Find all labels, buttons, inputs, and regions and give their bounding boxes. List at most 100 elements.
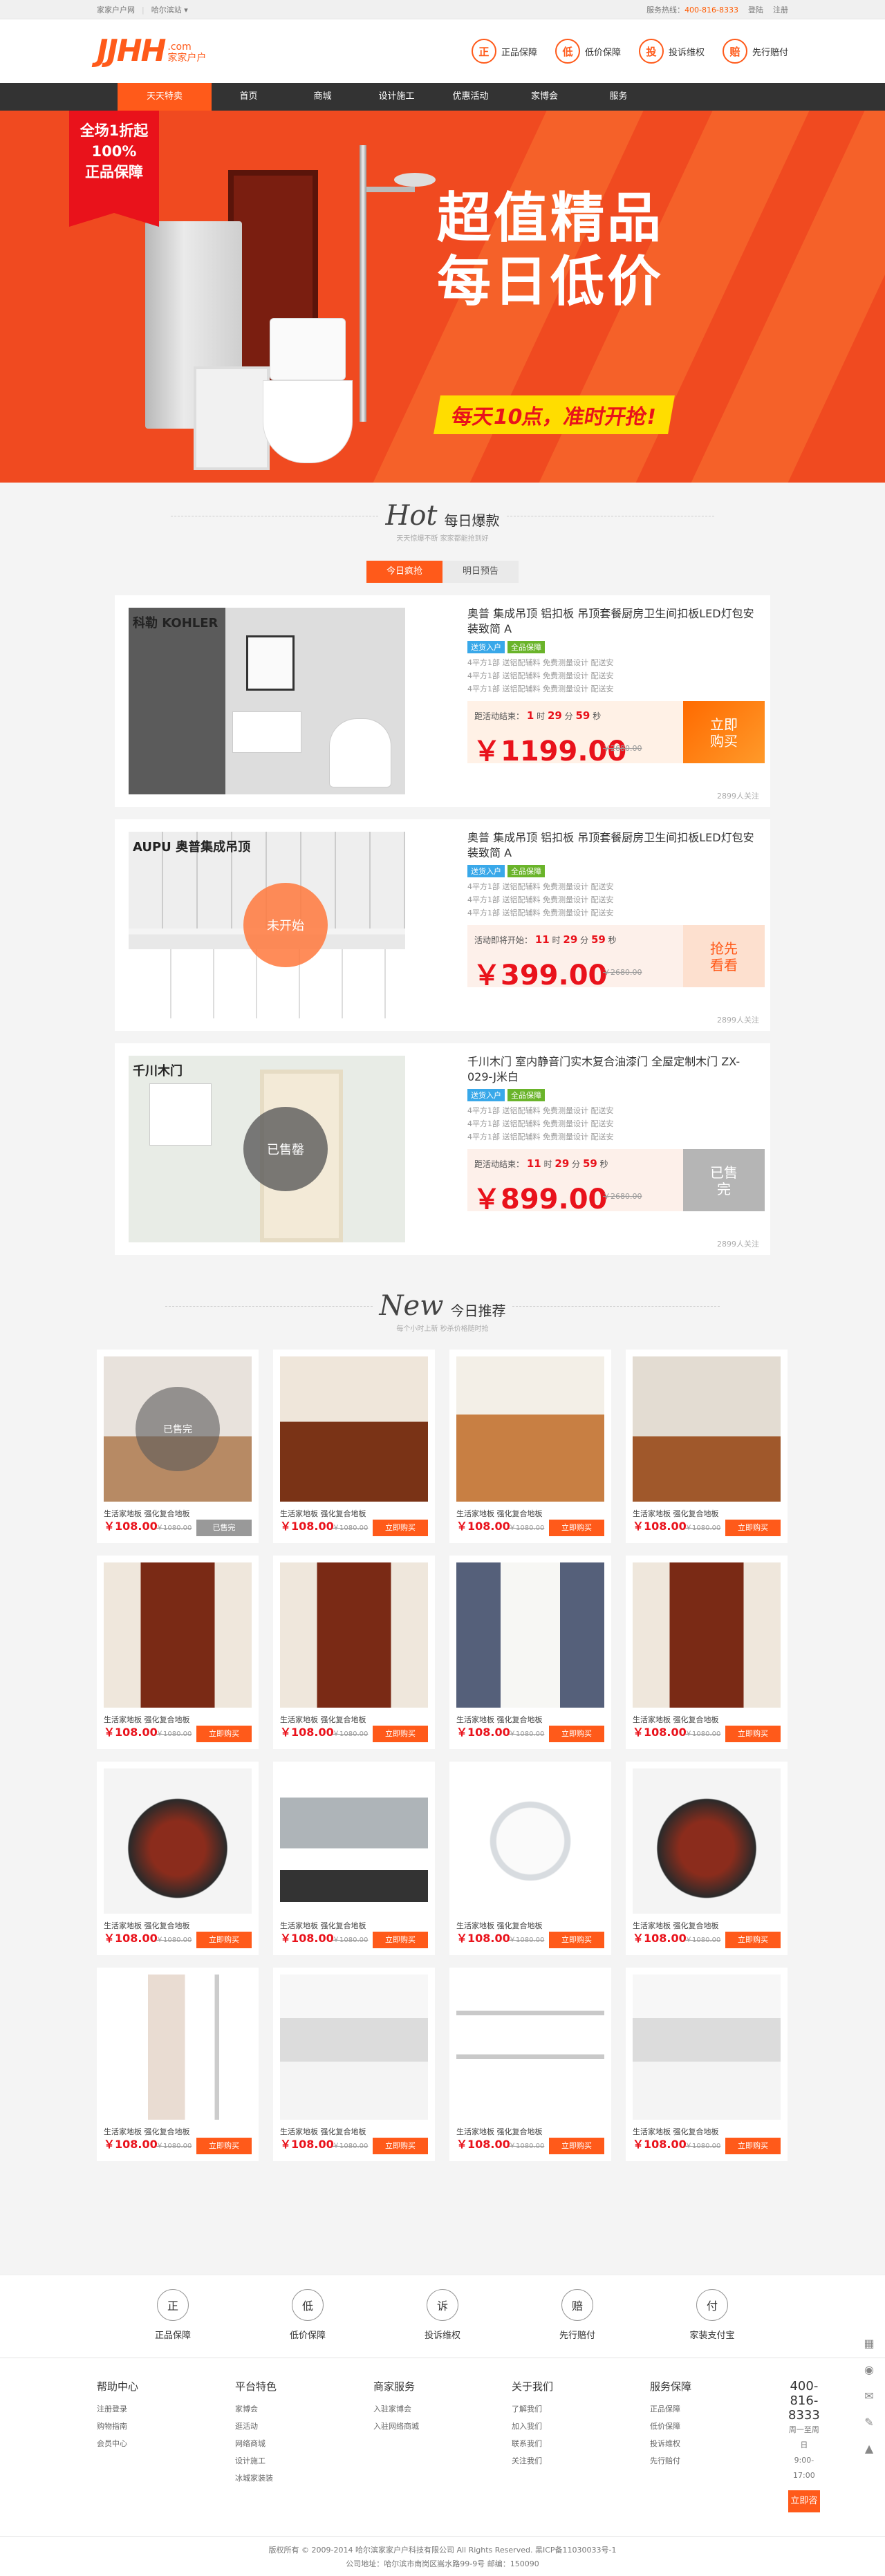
product-card[interactable]: 生活家地板 强化复合地板 ￥108.00 ￥1080.00 立即购买 <box>626 1556 788 1749</box>
deal-title[interactable]: 千川木门 室内静音门实木复合油漆门 全屋定制木门 ZX-029-J米白 <box>467 1054 765 1085</box>
deal-card[interactable]: AUPU 奥普集成吊顶 未开始 奥普 集成吊顶 铝扣板 吊顶套餐厨房卫生间扣板LED… <box>115 819 770 1031</box>
footer-link[interactable]: 关注我们 <box>512 2452 650 2470</box>
product-image[interactable] <box>104 1768 252 1914</box>
deal-card[interactable]: 千川木门 已售罄 千川木门 室内静音门实木复合油漆门 全屋定制木门 ZX-029-J… <box>115 1043 770 1255</box>
product-card[interactable]: 生活家地板 强化复合地板 ￥108.00 ￥1080.00 立即购买 <box>449 1350 611 1543</box>
product-card[interactable]: 生活家地板 强化复合地板 ￥108.00 ￥1080.00 立即购买 <box>449 1556 611 1749</box>
product-image[interactable] <box>104 1975 252 2120</box>
buy-button[interactable]: 立即购买 <box>725 1520 781 1536</box>
deal-card[interactable]: 科勒 KOHLER 奥普 集成吊顶 铝扣板 吊顶套餐厨房卫生间扣板LED灯包安装致… <box>115 595 770 807</box>
buy-button[interactable]: 已售完 <box>196 1520 252 1536</box>
buy-button[interactable]: 立即购买 <box>373 1520 428 1536</box>
deal-title[interactable]: 奥普 集成吊顶 铝扣板 吊顶套餐厨房卫生间扣板LED灯包安装致简 A <box>467 606 765 637</box>
deal-action-button[interactable]: 抢先看看 <box>683 925 765 987</box>
buy-button[interactable]: 立即购买 <box>196 1932 252 1948</box>
logo[interactable]: JJHH .com 家家户户 <box>97 36 206 66</box>
buy-button[interactable]: 立即购买 <box>549 2138 604 2154</box>
product-card[interactable]: 生活家地板 强化复合地板 ￥108.00 ￥1080.00 立即购买 <box>97 1968 259 2161</box>
product-image[interactable] <box>633 1562 781 1708</box>
chat-icon[interactable]: ✉ <box>859 2385 879 2406</box>
product-card[interactable]: 已售完 生活家地板 强化复合地板 ￥108.00 ￥1080.00 已售完 <box>97 1350 259 1543</box>
product-card[interactable]: 生活家地板 强化复合地板 ￥108.00 ￥1080.00 立即购买 <box>626 1762 788 1955</box>
footer-link[interactable]: 网络商城 <box>235 2435 373 2452</box>
product-card[interactable]: 生活家地板 强化复合地板 ￥108.00 ￥1080.00 立即购买 <box>273 1968 435 2161</box>
product-image[interactable] <box>633 1768 781 1914</box>
product-image[interactable] <box>280 1356 428 1502</box>
chevron-down-icon[interactable]: ▾ <box>182 6 188 15</box>
product-image[interactable]: 已售完 <box>104 1356 252 1502</box>
buy-button[interactable]: 立即购买 <box>373 2138 428 2154</box>
footer-link[interactable]: 会员中心 <box>97 2435 235 2452</box>
product-image[interactable] <box>633 1356 781 1502</box>
service-item[interactable]: 低低价保障 <box>266 2289 349 2341</box>
hero-banner[interactable]: 全场1折起 100% 正品保障 超值精品 每日低价 每天10点，准时开抢! <box>0 111 885 483</box>
buy-button[interactable]: 立即购买 <box>373 1932 428 1948</box>
service-item[interactable]: 诉投诉维权 <box>401 2289 484 2341</box>
weibo-icon[interactable]: ◉ <box>859 2359 879 2380</box>
back-to-top-icon[interactable]: ▲ <box>859 2438 879 2458</box>
footer-link[interactable]: 冰城家装装 <box>235 2470 373 2487</box>
feedback-icon[interactable]: ✎ <box>859 2411 879 2432</box>
product-card[interactable]: 生活家地板 强化复合地板 ￥108.00 ￥1080.00 立即购买 <box>273 1556 435 1749</box>
nav-item[interactable]: 商城 <box>286 83 360 111</box>
service-item[interactable]: 赔先行赔付 <box>536 2289 619 2341</box>
product-card[interactable]: 生活家地板 强化复合地板 ￥108.00 ￥1080.00 立即购买 <box>273 1762 435 1955</box>
footer-link[interactable]: 加入我们 <box>512 2418 650 2435</box>
product-image[interactable] <box>633 1975 781 2120</box>
footer-link[interactable]: 入驻家博会 <box>373 2400 512 2418</box>
footer-link[interactable]: 入驻网络商城 <box>373 2418 512 2435</box>
footer-link[interactable]: 购物指南 <box>97 2418 235 2435</box>
buy-button[interactable]: 立即购买 <box>549 1932 604 1948</box>
guarantee-item[interactable]: 正正品保障 <box>471 39 537 64</box>
buy-button[interactable]: 立即购买 <box>549 1520 604 1536</box>
deal-action-button[interactable]: 已售完 <box>683 1149 765 1211</box>
consult-button[interactable]: 立即咨询 <box>788 2490 820 2528</box>
service-item[interactable]: 付家装支付宝 <box>671 2289 754 2341</box>
product-image[interactable] <box>456 1768 604 1914</box>
product-card[interactable]: 生活家地板 强化复合地板 ￥108.00 ￥1080.00 立即购买 <box>626 1968 788 2161</box>
product-card[interactable]: 生活家地板 强化复合地板 ￥108.00 ￥1080.00 立即购买 <box>449 1762 611 1955</box>
nav-item[interactable]: 设计施工 <box>360 83 434 111</box>
buy-button[interactable]: 立即购买 <box>725 1726 781 1742</box>
buy-button[interactable]: 立即购买 <box>196 1726 252 1742</box>
tab-tomorrow[interactable]: 明日预告 <box>442 561 519 583</box>
nav-item[interactable]: 家博会 <box>507 83 581 111</box>
buy-button[interactable]: 立即购买 <box>373 1726 428 1742</box>
footer-link[interactable]: 家博会 <box>235 2400 373 2418</box>
service-item[interactable]: 正正品保障 <box>131 2289 214 2341</box>
product-card[interactable]: 生活家地板 强化复合地板 ￥108.00 ￥1080.00 立即购买 <box>97 1556 259 1749</box>
city-select[interactable]: 哈尔滨站 <box>151 4 182 15</box>
guarantee-item[interactable]: 低低价保障 <box>555 39 621 64</box>
product-image[interactable] <box>456 1562 604 1708</box>
buy-button[interactable]: 立即购买 <box>725 1932 781 1948</box>
deal-action-button[interactable]: 立即购买 <box>683 701 765 763</box>
product-image[interactable] <box>104 1562 252 1708</box>
footer-link[interactable]: 逛活动 <box>235 2418 373 2435</box>
product-card[interactable]: 生活家地板 强化复合地板 ￥108.00 ￥1080.00 立即购买 <box>273 1350 435 1543</box>
login-link[interactable]: 登陆 <box>748 4 763 15</box>
guarantee-item[interactable]: 投投诉维权 <box>638 39 705 64</box>
buy-button[interactable]: 立即购买 <box>725 2138 781 2154</box>
footer-link[interactable]: 正品保障 <box>650 2400 788 2418</box>
footer-link[interactable]: 了解我们 <box>512 2400 650 2418</box>
nav-item[interactable]: 服务 <box>581 83 655 111</box>
product-image[interactable] <box>456 1356 604 1502</box>
nav-item[interactable]: 首页 <box>212 83 286 111</box>
guarantee-item[interactable]: 赔先行赔付 <box>722 39 788 64</box>
product-image[interactable] <box>280 1768 428 1914</box>
deal-title[interactable]: 奥普 集成吊顶 铝扣板 吊顶套餐厨房卫生间扣板LED灯包安装致简 A <box>467 830 765 861</box>
nav-item[interactable]: 优惠活动 <box>434 83 507 111</box>
product-card[interactable]: 生活家地板 强化复合地板 ￥108.00 ￥1080.00 立即购买 <box>626 1350 788 1543</box>
deal-image[interactable]: 科勒 KOHLER <box>129 608 405 794</box>
footer-link[interactable]: 低价保障 <box>650 2418 788 2435</box>
qrcode-icon[interactable]: ▦ <box>859 2333 879 2353</box>
tab-today[interactable]: 今日疯抢 <box>366 561 442 583</box>
footer-link[interactable]: 投诉维权 <box>650 2435 788 2452</box>
footer-link[interactable]: 注册登录 <box>97 2400 235 2418</box>
buy-button[interactable]: 立即购买 <box>196 2138 252 2154</box>
footer-link[interactable]: 先行赔付 <box>650 2452 788 2470</box>
product-card[interactable]: 生活家地板 强化复合地板 ￥108.00 ￥1080.00 立即购买 <box>449 1968 611 2161</box>
product-card[interactable]: 生活家地板 强化复合地板 ￥108.00 ￥1080.00 立即购买 <box>97 1762 259 1955</box>
footer-link[interactable]: 设计施工 <box>235 2452 373 2470</box>
nav-item[interactable]: 天天特卖 <box>118 83 212 111</box>
